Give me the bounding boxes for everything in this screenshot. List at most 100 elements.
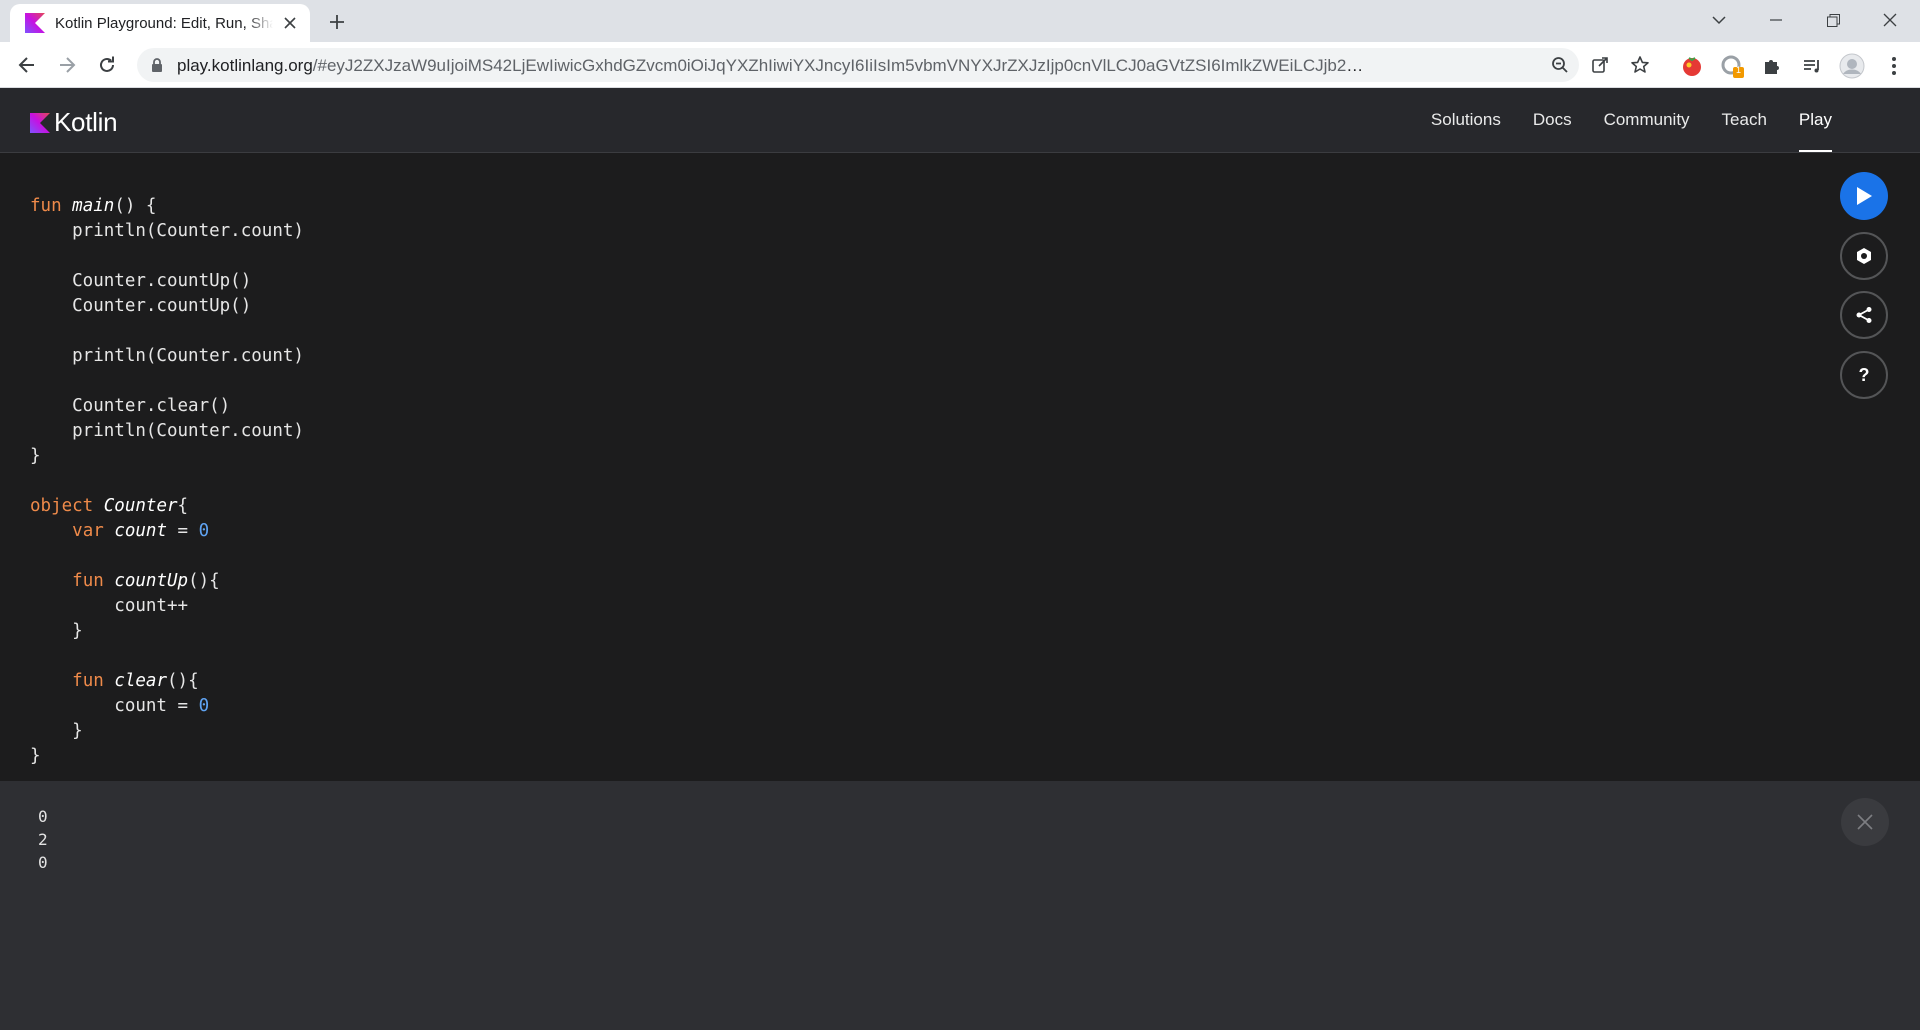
code-token: Counter.countUp() xyxy=(30,271,252,291)
nav-docs[interactable]: Docs xyxy=(1533,88,1572,152)
code-line[interactable]: Counter.clear() xyxy=(30,394,304,419)
profile-avatar[interactable] xyxy=(1839,53,1865,79)
code-token: Counter.clear() xyxy=(30,396,231,416)
address-bar[interactable]: play.kotlinlang.org/#eyJ2ZXJzaW9uIjoiMS4… xyxy=(137,48,1649,82)
close-output-button[interactable] xyxy=(1841,798,1889,846)
code-line[interactable] xyxy=(30,244,304,269)
nav-teach[interactable]: Teach xyxy=(1722,88,1767,152)
settings-button[interactable] xyxy=(1840,232,1888,280)
code-token: count xyxy=(114,521,167,541)
restore-button[interactable] xyxy=(1810,0,1856,40)
code-line[interactable]: var count = 0 xyxy=(30,519,304,544)
extensions-puzzle-icon[interactable] xyxy=(1759,53,1785,79)
code-line[interactable] xyxy=(30,644,304,669)
share-button[interactable] xyxy=(1840,291,1888,339)
share-page-icon[interactable] xyxy=(1589,54,1611,76)
code-token: Counter.countUp() xyxy=(30,296,252,316)
browser-menu-button[interactable] xyxy=(1881,53,1907,79)
output-line: 0 xyxy=(38,853,48,872)
kotlin-logo[interactable]: Kotlin xyxy=(30,107,118,138)
close-icon xyxy=(1883,13,1897,27)
site-nav: Solutions Docs Community Teach Play xyxy=(1431,88,1833,152)
code-token: 0 xyxy=(198,696,210,716)
code-line[interactable]: } xyxy=(30,444,304,469)
browser-tab[interactable]: Kotlin Playground: Edit, Run, Share Kotl… xyxy=(10,4,310,42)
nav-play[interactable]: Play xyxy=(1798,88,1833,152)
more-vert-icon xyxy=(1892,57,1896,75)
url-text[interactable]: play.kotlinlang.org/#eyJ2ZXJzaW9uIjoiMS4… xyxy=(177,56,1367,76)
code-line[interactable]: fun main() { xyxy=(30,194,304,219)
reading-list-icon[interactable] xyxy=(1799,53,1825,79)
code-line[interactable] xyxy=(30,319,304,344)
extension-pomodoro-icon[interactable] xyxy=(1679,53,1705,79)
restore-icon xyxy=(1826,13,1840,27)
code-line[interactable]: println(Counter.count) xyxy=(30,344,304,369)
help-icon: ? xyxy=(1858,364,1870,385)
code-token: println(Counter.count) xyxy=(30,221,304,241)
code-line[interactable]: count = 0 xyxy=(30,694,304,719)
code-line[interactable] xyxy=(30,469,304,494)
code-line[interactable]: } xyxy=(30,719,304,744)
code-line[interactable]: println(Counter.count) xyxy=(30,219,304,244)
code-token: var xyxy=(72,521,104,541)
output-line: 2 xyxy=(38,830,48,849)
arrow-right-icon xyxy=(60,57,76,73)
play-icon xyxy=(1857,187,1872,205)
zoom-icon[interactable] xyxy=(1549,54,1571,76)
code-token: } xyxy=(30,746,41,766)
code-token: countUp xyxy=(114,571,189,591)
output-line: 0 xyxy=(38,807,48,826)
back-button[interactable] xyxy=(12,50,42,80)
share-icon xyxy=(1856,307,1872,323)
arrow-left-icon xyxy=(18,57,34,73)
nav-solutions[interactable]: Solutions xyxy=(1431,88,1501,152)
brand-name: Kotlin xyxy=(54,107,118,137)
lock-icon xyxy=(152,58,162,72)
code-line[interactable]: } xyxy=(30,619,304,644)
code-token: = xyxy=(167,521,199,541)
code-line[interactable]: fun clear(){ xyxy=(30,669,304,694)
new-tab-button[interactable] xyxy=(324,9,350,35)
site-header: Kotlin Solutions Docs Community Teach Pl… xyxy=(0,88,1920,153)
tab-close-icon[interactable] xyxy=(280,13,300,33)
reload-button[interactable] xyxy=(92,50,122,80)
code-token: println(Counter.count) xyxy=(30,346,304,366)
code-line[interactable]: Counter.countUp() xyxy=(30,294,304,319)
help-button[interactable]: ? xyxy=(1840,351,1888,399)
code-token: main xyxy=(72,196,115,216)
bookmark-star-icon[interactable] xyxy=(1629,54,1651,76)
code-line[interactable]: object Counter{ xyxy=(30,494,304,519)
forward-button[interactable] xyxy=(52,50,82,80)
code-token: count++ xyxy=(30,596,189,616)
code-line[interactable] xyxy=(30,369,304,394)
code-token: clear xyxy=(114,671,167,691)
minimize-button[interactable] xyxy=(1753,0,1799,40)
gear-icon xyxy=(1857,248,1871,264)
code-line[interactable] xyxy=(30,544,304,569)
code-editor[interactable]: fun main() { println(Counter.count) Coun… xyxy=(0,153,1920,781)
code-token: } xyxy=(30,621,83,641)
code-line[interactable]: count++ xyxy=(30,594,304,619)
code-token: 0 xyxy=(198,521,210,541)
extension-badge-icon[interactable]: 1 xyxy=(1719,53,1745,79)
code-text[interactable]: fun main() { println(Counter.count) Coun… xyxy=(30,194,304,769)
nav-community[interactable]: Community xyxy=(1604,88,1690,152)
run-button[interactable] xyxy=(1840,172,1888,220)
output-text: 0 2 0 xyxy=(38,805,48,874)
code-line[interactable]: println(Counter.count) xyxy=(30,419,304,444)
code-line[interactable]: } xyxy=(30,744,304,769)
code-line[interactable]: fun countUp(){ xyxy=(30,569,304,594)
code-token: Counter xyxy=(103,496,178,516)
code-line[interactable]: Counter.countUp() xyxy=(30,269,304,294)
close-window-button[interactable] xyxy=(1867,0,1913,40)
code-token: fun xyxy=(72,571,104,591)
tab-search-button[interactable] xyxy=(1696,0,1742,40)
tab-title: Kotlin Playground: Edit, Run, Share Kotl… xyxy=(55,14,273,32)
